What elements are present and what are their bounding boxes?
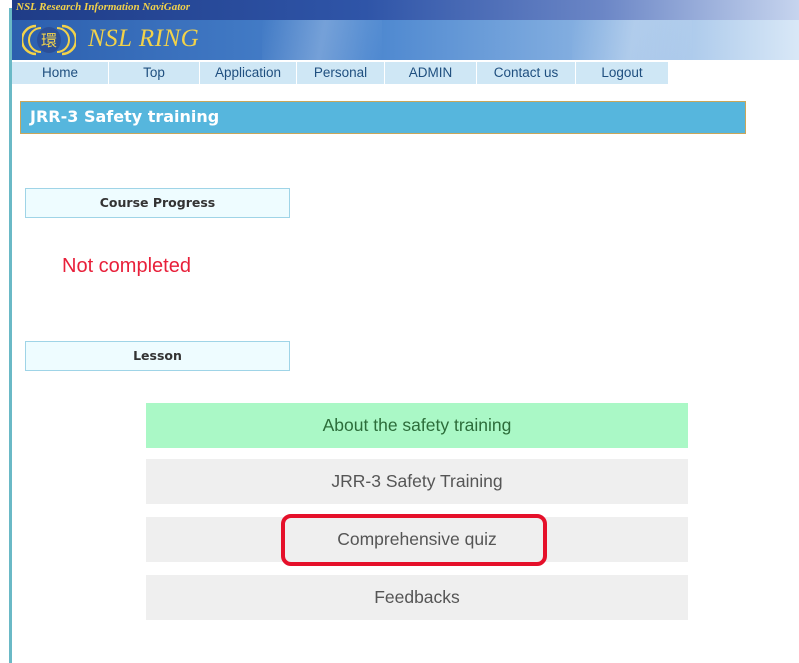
nav-tab-personal[interactable]: Personal xyxy=(297,62,385,84)
page-title-bar: JRR-3 Safety training xyxy=(20,101,746,134)
lesson-jrr3-safety-training[interactable]: JRR-3 Safety Training xyxy=(146,459,688,504)
ring-logo-icon: 環 xyxy=(22,24,76,56)
banner-text: NSL Research Information NaviGator xyxy=(16,1,191,13)
quiz-highlight-outline xyxy=(281,514,547,566)
page-title: JRR-3 Safety training xyxy=(30,107,220,126)
lesson-feedbacks[interactable]: Feedbacks xyxy=(146,575,688,620)
progress-status: Not completed xyxy=(62,255,191,277)
logo-glyph: 環 xyxy=(41,31,57,50)
nav-tab-application[interactable]: Application xyxy=(200,62,297,84)
nav-tab-top[interactable]: Top xyxy=(109,62,200,84)
decorative-streak xyxy=(262,20,382,60)
logo-text: NSL RING xyxy=(88,25,200,52)
top-banner: NSL Research Information NaviGator xyxy=(12,0,799,20)
left-border xyxy=(9,8,12,663)
decorative-streak xyxy=(572,20,692,60)
nav-tab-admin[interactable]: ADMIN xyxy=(385,62,477,84)
logo-bar: 環 NSL RING xyxy=(12,20,799,60)
lesson-heading: Lesson xyxy=(25,341,290,371)
course-progress-heading: Course Progress xyxy=(25,188,290,218)
lesson-about-safety-training[interactable]: About the safety training xyxy=(146,403,688,448)
nav-tab-contact-us[interactable]: Contact us xyxy=(477,62,576,84)
nav-bar: Home Top Application Personal ADMIN Cont… xyxy=(12,60,799,84)
nav-tab-home[interactable]: Home xyxy=(12,62,109,84)
nav-tab-logout[interactable]: Logout xyxy=(576,62,669,84)
